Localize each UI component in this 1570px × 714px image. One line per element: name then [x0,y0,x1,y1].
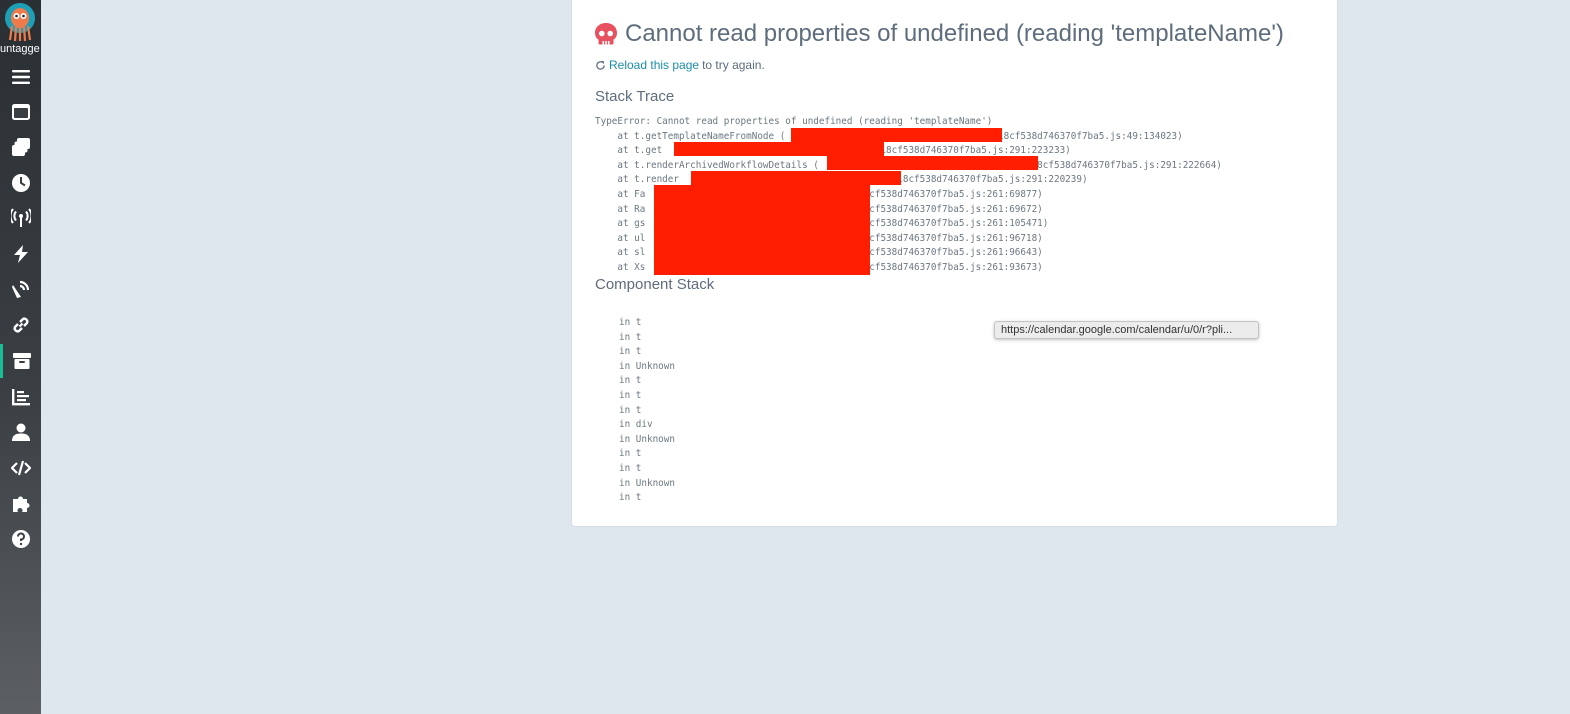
redaction-box [827,156,1038,170]
redaction-box [674,142,884,156]
component-line: in t [619,317,642,328]
stack-trace-heading: Stack Trace [595,88,675,105]
workflow-templates-icon [11,138,30,156]
nav-workflows[interactable] [0,95,41,129]
api-docs-icon [10,460,31,476]
redaction-box [691,171,901,185]
component-line: in t [619,492,642,504]
nav-plugins[interactable] [0,487,41,521]
component-stack-heading: Component Stack [595,276,715,293]
nav-sensors[interactable] [0,237,41,271]
plugins-icon [12,496,30,512]
url-tooltip: https://calendar.google.com/calendar/u/0… [994,321,1259,339]
menu-icon [11,70,30,84]
sidebar: untagge [0,0,41,714]
refresh-icon [596,60,605,70]
reports-icon [11,389,30,406]
cron-workflows-icon [11,174,30,192]
nav-menu[interactable] [0,60,41,94]
component-line: in t [619,346,642,358]
nav-archived-workflows[interactable] [0,344,41,378]
reload-hint: Reload this page to try again. [595,58,765,72]
sensors-icon [13,245,28,263]
nav-cron-workflows[interactable] [0,166,41,200]
component-line: in t [619,404,642,416]
redaction-box [791,128,1002,142]
error-title-text: Cannot read properties of undefined (rea… [625,20,1284,47]
component-line: in t [619,389,642,401]
user-icon [11,423,30,441]
component-line: in Unknown [619,477,675,489]
workflows-icon [11,104,30,120]
reload-page-link[interactable]: Reload this page [609,58,699,72]
reload-rest-text: to try again. [702,58,765,72]
nav-event-sources[interactable] [0,201,41,235]
component-line: in t [619,331,642,343]
component-line: in Unknown [619,360,675,372]
skull-icon [595,23,617,45]
argo-logo[interactable] [3,2,37,42]
nav-api-docs[interactable] [0,451,41,485]
component-line: in t [619,462,642,474]
redaction-box [654,185,870,275]
component-line: in Unknown [619,433,675,445]
archived-workflows-icon [13,353,31,369]
nav-links[interactable] [0,308,41,342]
component-line: in t [619,448,642,460]
help-icon [11,530,30,548]
nav-user[interactable] [0,415,41,449]
nav-help[interactable] [0,522,41,556]
nav-event-flow[interactable] [0,272,41,306]
error-title: Cannot read properties of undefined (rea… [594,20,1284,48]
component-stack: in t in t in t in Unknown in t in t in t… [619,316,675,506]
error-panel: Cannot read properties of undefined (rea… [571,0,1338,527]
component-line: in t [619,375,642,387]
logo-label: untagge [0,43,40,55]
component-line: in div [619,419,653,431]
nav-workflow-templates[interactable] [0,130,41,164]
event-flow-icon [11,280,29,298]
nav-reports[interactable] [0,380,41,414]
link-icon [13,317,28,333]
event-sources-icon [10,208,31,227]
